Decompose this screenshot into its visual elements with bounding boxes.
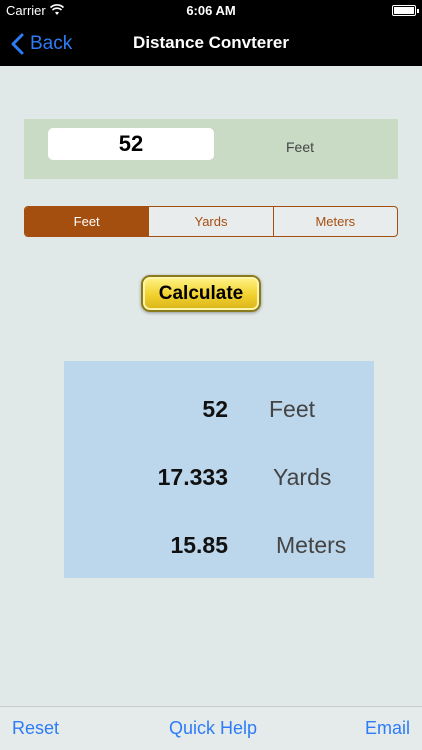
page-title: Distance Convterer bbox=[133, 33, 289, 52]
result-unit: Yards bbox=[273, 464, 332, 490]
result-row-meters: 15.85 Meters bbox=[64, 527, 374, 563]
results-panel: 52 Feet 17.333 Yards 15.85 Meters bbox=[64, 361, 374, 578]
result-unit: Meters bbox=[276, 532, 347, 558]
battery-icon bbox=[392, 5, 419, 16]
reset-button[interactable]: Reset bbox=[12, 718, 59, 739]
input-unit-label: Feet bbox=[286, 139, 315, 155]
result-value: 15.85 bbox=[170, 532, 228, 558]
quick-help-button[interactable]: Quick Help bbox=[169, 718, 257, 739]
result-value: 17.333 bbox=[157, 464, 228, 490]
distance-input[interactable] bbox=[48, 128, 214, 160]
status-time: 6:06 AM bbox=[186, 3, 236, 18]
segment-feet[interactable]: Feet bbox=[25, 207, 149, 236]
result-row-feet: 52 Feet bbox=[64, 391, 374, 427]
result-value: 52 bbox=[202, 396, 228, 422]
result-row-yards: 17.333 Yards bbox=[64, 459, 374, 495]
segment-meters[interactable]: Meters bbox=[272, 207, 397, 236]
input-panel: Feet bbox=[24, 119, 398, 179]
result-unit: Feet bbox=[269, 396, 316, 422]
status-bar: Carrier 6:06 AM bbox=[0, 0, 422, 22]
email-button[interactable]: Email bbox=[365, 718, 410, 739]
bottom-toolbar: Reset Quick Help Email bbox=[0, 706, 422, 750]
navigation-bar: Back Distance Convterer bbox=[0, 22, 422, 66]
unit-segmented-control: Feet Yards Meters bbox=[24, 206, 398, 237]
segment-yards[interactable]: Yards bbox=[148, 207, 272, 236]
calculate-button[interactable]: Calculate bbox=[141, 275, 261, 312]
